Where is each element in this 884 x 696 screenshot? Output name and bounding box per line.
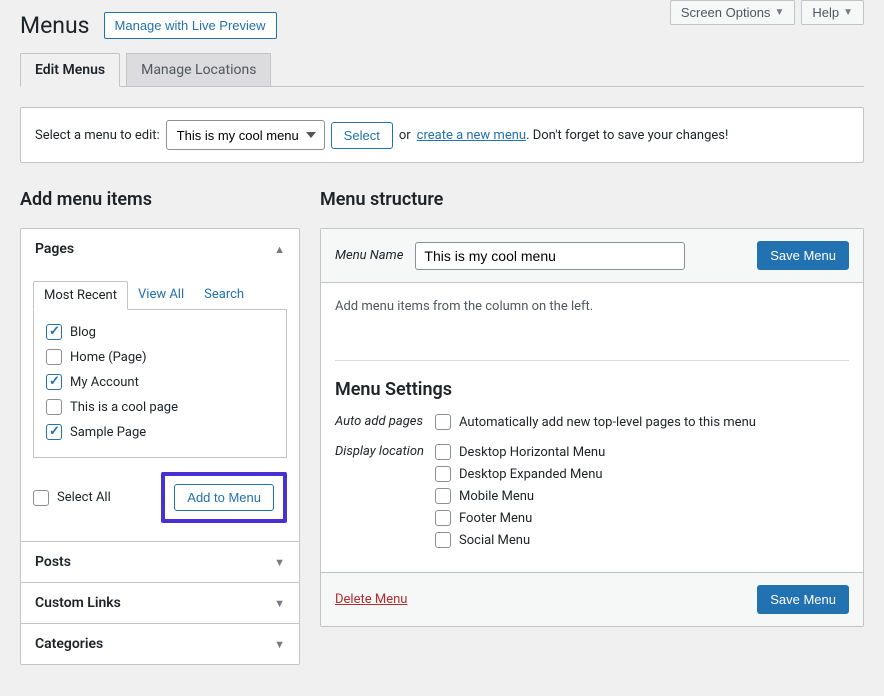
accordion-categories-label: Categories (35, 636, 103, 652)
page-item-label: This is a cool page (70, 400, 178, 415)
page-item-label: Sample Page (70, 425, 146, 440)
menu-name-input[interactable] (415, 242, 685, 270)
display-location-checkbox[interactable] (435, 510, 451, 526)
add-menu-items-heading: Add menu items (20, 189, 300, 210)
delete-menu-link[interactable]: Delete Menu (335, 592, 407, 607)
create-new-menu-link[interactable]: create a new menu (417, 128, 526, 143)
page-item-checkbox[interactable] (46, 399, 62, 415)
add-to-menu-highlight: Add to Menu (161, 472, 287, 523)
chevron-down-icon: ▼ (274, 638, 285, 651)
manage-live-preview-button[interactable]: Manage with Live Preview (104, 12, 277, 39)
chevron-down-icon: ▼ (843, 7, 853, 18)
auto-add-label: Auto add pages (335, 414, 435, 429)
inner-tab-view-all[interactable]: View All (128, 281, 194, 309)
inner-tab-most-recent[interactable]: Most Recent (33, 281, 128, 310)
display-location-checkbox[interactable] (435, 466, 451, 482)
page-item: Sample Page (46, 424, 274, 440)
page-item-checkbox[interactable] (46, 374, 62, 390)
auto-add-text: Automatically add new top-level pages to… (459, 415, 756, 430)
select-all-label: Select All (57, 490, 111, 505)
menu-select-bar: Select a menu to edit: This is my cool m… (20, 107, 864, 163)
chevron-down-icon: ▼ (274, 597, 285, 610)
accordion-custom-links-label: Custom Links (35, 595, 121, 611)
display-location-option: Desktop Expanded Menu (435, 466, 605, 482)
display-location-checkbox[interactable] (435, 444, 451, 460)
page-item: Blog (46, 324, 274, 340)
display-location-option: Desktop Horizontal Menu (435, 444, 605, 460)
chevron-down-icon: ▼ (274, 556, 285, 569)
display-location-label: Display location (335, 444, 435, 459)
page-item: My Account (46, 374, 274, 390)
display-location-text: Social Menu (459, 533, 530, 548)
chevron-down-icon: ▼ (774, 7, 784, 18)
help-button[interactable]: Help ▼ (801, 0, 864, 25)
display-location-text: Desktop Expanded Menu (459, 467, 603, 482)
page-item-checkbox[interactable] (46, 349, 62, 365)
accordion-posts-label: Posts (35, 554, 71, 570)
page-item-label: Home (Page) (70, 350, 147, 365)
accordion-pages-label: Pages (35, 241, 74, 257)
select-all-checkbox[interactable] (33, 490, 49, 506)
auto-add-checkbox[interactable] (435, 414, 451, 430)
inner-tab-search[interactable]: Search (194, 281, 254, 309)
menu-structure-heading: Menu structure (320, 189, 864, 210)
accordion-custom-links-header[interactable]: Custom Links ▼ (21, 583, 299, 623)
menu-select[interactable]: This is my cool menu (166, 120, 325, 150)
screen-options-button[interactable]: Screen Options▼ (670, 0, 796, 25)
display-location-checkbox[interactable] (435, 488, 451, 504)
display-location-text: Footer Menu (459, 511, 532, 526)
structure-hint: Add menu items from the column on the le… (335, 299, 849, 314)
or-text: or (399, 128, 411, 143)
help-label: Help (812, 5, 839, 20)
chevron-up-icon: ▲ (274, 243, 285, 256)
page-item: This is a cool page (46, 399, 274, 415)
tab-edit-menus[interactable]: Edit Menus (20, 53, 120, 87)
display-location-text: Mobile Menu (459, 489, 534, 504)
select-menu-label: Select a menu to edit: (35, 128, 160, 143)
select-button[interactable]: Select (331, 122, 393, 149)
select-bar-after: . Don't forget to save your changes! (526, 128, 728, 143)
accordion-posts-header[interactable]: Posts ▼ (21, 542, 299, 582)
page-item-label: Blog (70, 325, 96, 340)
accordion-pages-header[interactable]: Pages ▲ (21, 229, 299, 269)
display-location-checkbox[interactable] (435, 532, 451, 548)
save-menu-button-top[interactable]: Save Menu (757, 241, 849, 270)
tab-manage-locations[interactable]: Manage Locations (126, 53, 271, 86)
page-item-checkbox[interactable] (46, 424, 62, 440)
page-title: Menus (20, 12, 90, 39)
page-item: Home (Page) (46, 349, 274, 365)
add-to-menu-button[interactable]: Add to Menu (174, 484, 274, 511)
display-location-option: Mobile Menu (435, 488, 605, 504)
accordion-categories-header[interactable]: Categories ▼ (21, 624, 299, 664)
screen-options-label: Screen Options (681, 5, 771, 20)
page-item-checkbox[interactable] (46, 324, 62, 340)
menu-settings-heading: Menu Settings (335, 379, 849, 400)
page-item-label: My Account (70, 375, 139, 390)
display-location-option: Footer Menu (435, 510, 605, 526)
display-location-text: Desktop Horizontal Menu (459, 445, 605, 460)
display-location-option: Social Menu (435, 532, 605, 548)
save-menu-button-bottom[interactable]: Save Menu (757, 585, 849, 614)
menu-name-label: Menu Name (335, 248, 403, 263)
